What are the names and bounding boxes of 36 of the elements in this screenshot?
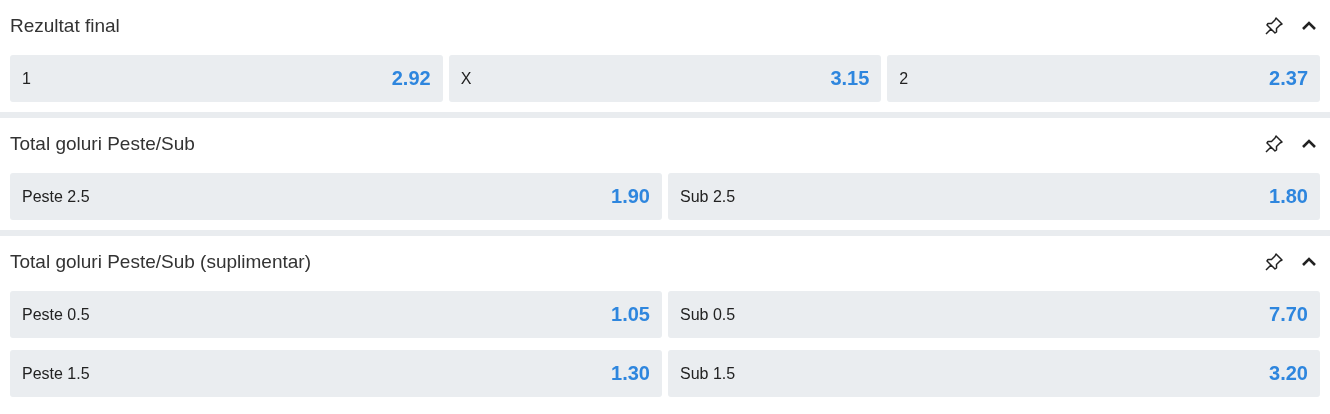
outcome-label: Peste 0.5 [22,305,90,324]
odds-value: 7.70 [1269,303,1308,326]
odds-value: 1.30 [611,362,650,385]
odds-button[interactable]: Peste 1.5 1.30 [10,350,662,397]
outcome-label: 2 [899,69,909,88]
odds-button[interactable]: Peste 2.5 1.90 [10,173,662,220]
odds-value: 2.37 [1269,67,1308,90]
odds-button[interactable]: Sub 1.5 3.20 [668,350,1320,397]
odds-value: 2.92 [391,67,431,90]
pin-icon[interactable] [1264,134,1284,154]
odds-value: 1.05 [611,303,650,326]
odds-button[interactable]: Sub 2.5 1.80 [668,173,1320,220]
chevron-icon[interactable] [1302,139,1316,149]
chevron-icon[interactable] [1302,257,1316,267]
outcome-label: Peste 1.5 [22,364,90,383]
chevron-icon[interactable] [1302,21,1316,31]
outcome-label: X [460,69,472,88]
odds-button[interactable]: Peste 0.5 1.05 [10,291,662,338]
outcome-label: 1 [22,69,31,88]
outcome-label: Peste 2.5 [22,187,90,206]
odds-button[interactable]: X 3.15 [448,55,882,102]
odds-value: 1.90 [611,185,650,208]
market-title: Total goluri Peste/Sub (suplimentar) [10,251,312,273]
pin-icon[interactable] [1264,252,1284,272]
odds-button[interactable]: 2 2.37 [887,55,1320,102]
odds-button[interactable]: Sub 0.5 7.70 [668,291,1320,338]
outcome-label: Sub 2.5 [680,187,736,206]
odds-value: 3.15 [830,67,870,90]
pin-icon[interactable] [1264,16,1284,36]
market-title: Total goluri Peste/Sub [10,133,196,155]
odds-button[interactable]: 1 2.92 [10,55,443,102]
market-title: Rezultat final [10,15,121,37]
outcome-label: Sub 1.5 [680,364,736,383]
outcome-label: Sub 0.5 [680,305,736,324]
odds-value: 1.80 [1269,185,1308,208]
odds-value: 3.20 [1269,362,1308,385]
